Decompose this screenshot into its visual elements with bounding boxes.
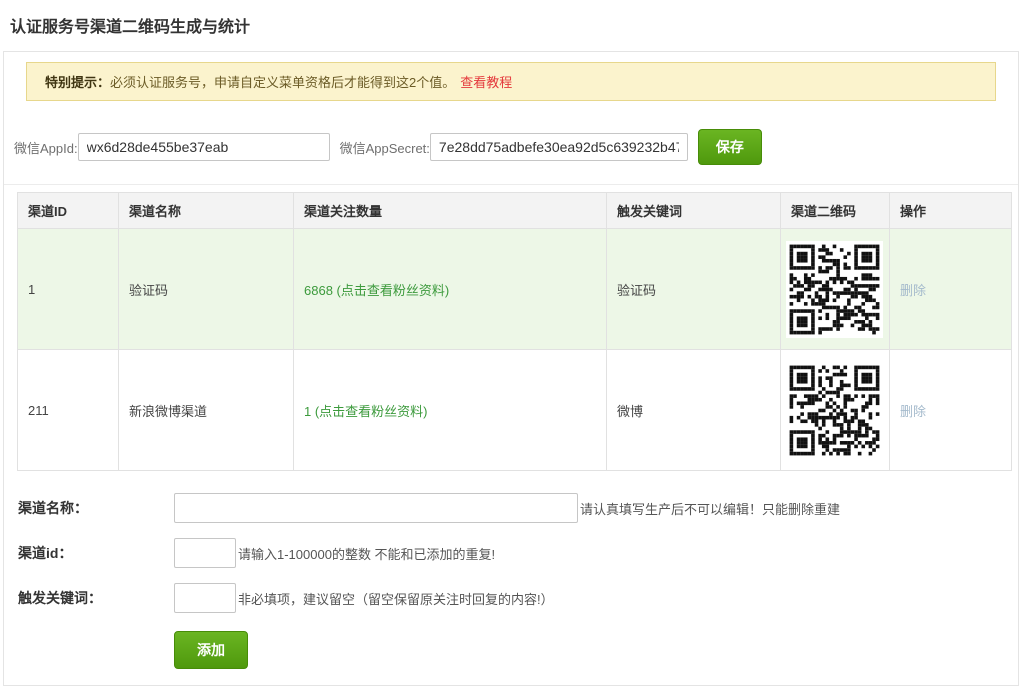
channel-name-input[interactable] [174,493,578,523]
add-channel-form: 渠道名称： 请认真填写生产后不可以编辑！只能删除重建 渠道id： 请输入1-10… [4,493,1018,669]
trigger-keyword-row: 触发关键词： 非必填项，建议留空（留空保留原关注时回复的内容!） [18,583,1018,613]
cell-trigger-keyword: 微博 [607,350,781,471]
add-button[interactable]: 添加 [174,631,248,669]
channel-name-label: 渠道名称： [18,498,174,518]
credentials-row: 微信AppId: 微信AppSecret: 保存 [4,113,1018,185]
channel-name-hint: 请认真填写生产后不可以编辑！只能删除重建 [580,499,840,518]
cell-channel-id: 211 [18,350,119,471]
header-channel-name: 渠道名称 [119,193,294,229]
appsecret-input[interactable] [430,133,688,161]
trigger-keyword-input[interactable] [174,583,236,613]
delete-channel-link[interactable]: 删除 [900,404,926,419]
channel-table: 渠道ID 渠道名称 渠道关注数量 触发关键词 渠道二维码 操作 1 验证码 68… [17,192,1012,471]
channel-id-row: 渠道id： 请输入1-100000的整数 不能和已添加的重复! [18,538,1018,568]
table-row: 211 新浪微博渠道 1 (点击查看粉丝资料) 微博 删除 [18,350,1012,471]
appid-input[interactable] [78,133,330,161]
appid-label: 微信AppId: [14,138,78,157]
followers-detail-link[interactable]: 1 (点击查看粉丝资料) [304,404,428,419]
header-channel-id: 渠道ID [18,193,119,229]
view-tutorial-link[interactable]: 查看教程 [460,75,512,90]
page-title: 认证服务号渠道二维码生成与统计 [10,13,1022,37]
notice-bold-label: 特别提示： [45,75,110,90]
channel-id-input[interactable] [174,538,236,568]
cell-channel-id: 1 [18,229,119,350]
channel-qr-code [786,241,883,338]
trigger-keyword-hint: 非必填项，建议留空（留空保留原关注时回复的内容!） [238,589,554,608]
channel-id-hint: 请输入1-100000的整数 不能和已添加的重复! [238,544,495,563]
trigger-keyword-label: 触发关键词： [18,588,174,608]
header-channel-qr: 渠道二维码 [781,193,890,229]
table-header-row: 渠道ID 渠道名称 渠道关注数量 触发关键词 渠道二维码 操作 [18,193,1012,229]
channel-name-row: 渠道名称： 请认真填写生产后不可以编辑！只能删除重建 [18,493,1018,523]
save-button[interactable]: 保存 [698,129,762,165]
notice-bar: 特别提示：必须认证服务号，申请自定义菜单资格后才能得到这2个值。查看教程 [26,62,996,101]
delete-channel-link[interactable]: 删除 [900,283,926,298]
appsecret-label: 微信AppSecret: [340,138,430,157]
table-row: 1 验证码 6868 (点击查看粉丝资料) 验证码 删除 [18,229,1012,350]
notice-text: 必须认证服务号，申请自定义菜单资格后才能得到这2个值。 [110,75,455,90]
main-panel: 特别提示：必须认证服务号，申请自定义菜单资格后才能得到这2个值。查看教程 微信A… [3,51,1019,686]
header-actions: 操作 [890,193,1012,229]
header-followers-count: 渠道关注数量 [294,193,607,229]
cell-trigger-keyword: 验证码 [607,229,781,350]
header-trigger-keyword: 触发关键词 [607,193,781,229]
cell-channel-name: 新浪微博渠道 [119,350,294,471]
cell-channel-name: 验证码 [119,229,294,350]
channel-id-label: 渠道id： [18,543,174,563]
add-button-row: 添加 [174,631,1018,669]
channel-qr-code [786,362,883,459]
followers-detail-link[interactable]: 6868 (点击查看粉丝资料) [304,283,449,298]
